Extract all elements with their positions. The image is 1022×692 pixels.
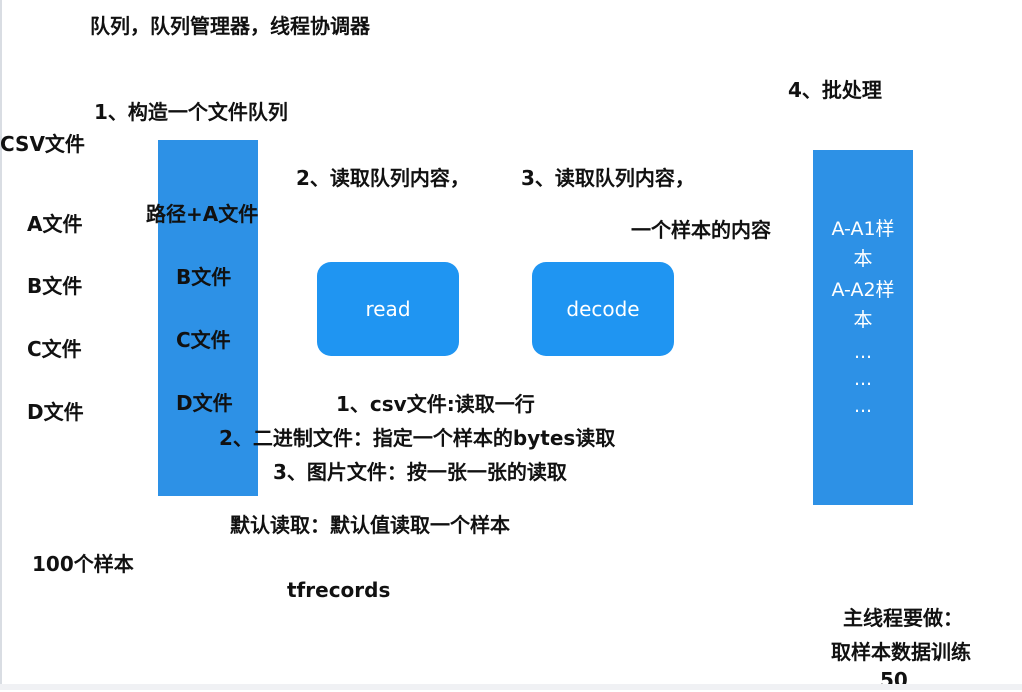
page-title: 队列，队列管理器，线程协调器 <box>90 14 370 38</box>
decode-op-box: decode <box>532 262 674 356</box>
main-thread-task: 取样本数据训练 <box>831 640 971 664</box>
batch-item: A-A2样 <box>831 279 895 301</box>
step1-label: 1、构造一个文件队列 <box>94 100 288 124</box>
one-sample-content-label: 一个样本的内容 <box>631 218 771 242</box>
read-note-csv: 1、csv文件:读取一行 <box>336 392 535 416</box>
file-left-c: C文件 <box>27 337 82 361</box>
file-left-b: B文件 <box>27 274 83 298</box>
main-thread-title: 主线程要做： <box>843 606 963 630</box>
decode-op-label: decode <box>566 297 640 321</box>
queue-item-b: B文件 <box>176 265 232 289</box>
sample-count-label: 100个样本 <box>32 552 134 576</box>
step4-label: 4、批处理 <box>788 78 882 102</box>
queue-item-c: C文件 <box>176 328 231 352</box>
file-left-d: D文件 <box>27 400 84 424</box>
batch-item: ... <box>853 395 873 417</box>
queue-item-path-a: 路径+A文件 <box>146 202 259 226</box>
batch-item: 本 <box>853 309 873 331</box>
step3-label: 3、读取队列内容， <box>521 166 695 190</box>
tfrecords-label: tfrecords <box>287 578 391 602</box>
queue-item-d: D文件 <box>176 391 233 415</box>
default-read-label: 默认读取：默认值读取一个样本 <box>230 513 510 537</box>
read-op-label: read <box>365 297 411 321</box>
step2-label: 2、读取队列内容， <box>296 166 470 190</box>
csv-file-label: CSV文件 <box>0 132 85 156</box>
read-op-box: read <box>317 262 459 356</box>
bottom-strip <box>0 684 1022 690</box>
batch-item: ... <box>853 368 873 390</box>
file-left-a: A文件 <box>27 212 83 236</box>
batch-item: ... <box>853 341 873 363</box>
read-note-image: 3、图片文件：按一张一张的读取 <box>273 460 567 484</box>
batch-item: 本 <box>853 248 873 270</box>
left-edge-line <box>0 0 2 690</box>
batch-item: A-A1样 <box>831 218 895 240</box>
read-note-binary: 2、二进制文件：指定一个样本的bytes读取 <box>219 426 616 450</box>
